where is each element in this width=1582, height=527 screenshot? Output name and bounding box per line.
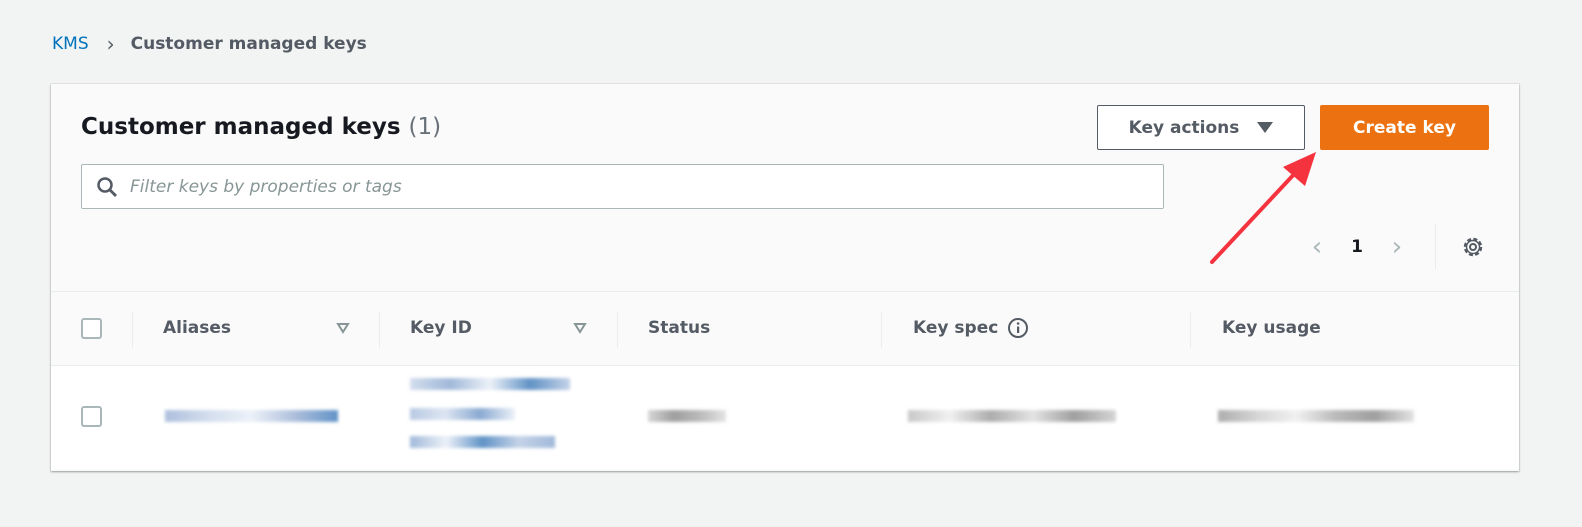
create-key-button[interactable]: Create key (1320, 105, 1489, 150)
column-key-usage[interactable]: Key usage (1222, 318, 1321, 338)
redacted-alias[interactable] (165, 410, 338, 422)
key-count: (1) (408, 114, 442, 140)
divider (1435, 224, 1436, 269)
column-divider (1190, 312, 1191, 348)
column-status[interactable]: Status (648, 318, 710, 338)
redacted-key-spec (908, 410, 1116, 422)
key-actions-label: Key actions (1128, 117, 1240, 138)
table-header: Aliases Key ID Status Key spec Key usage (51, 291, 1519, 366)
column-key-id[interactable]: Key ID (410, 318, 472, 338)
title-text: Customer managed keys (81, 114, 401, 140)
filter-search[interactable] (81, 164, 1164, 209)
keys-panel: Customer managed keys (1) Key actions Cr… (51, 84, 1519, 471)
column-divider (132, 312, 133, 348)
row-checkbox[interactable] (81, 406, 102, 427)
caret-down-icon (1257, 122, 1274, 133)
page-title: Customer managed keys (1) (81, 114, 441, 140)
redacted-status (648, 410, 726, 422)
gear-icon[interactable] (1461, 235, 1485, 259)
redacted-key-id (410, 436, 555, 448)
redacted-key-id[interactable] (410, 378, 570, 390)
prev-page-button[interactable]: ‹ (1303, 232, 1331, 262)
column-divider (881, 312, 882, 348)
key-actions-button[interactable]: Key actions (1097, 105, 1305, 150)
breadcrumb: KMS › Customer managed keys (52, 32, 367, 56)
breadcrumb-kms-link[interactable]: KMS (52, 34, 89, 54)
column-aliases[interactable]: Aliases (163, 318, 231, 338)
column-divider (379, 312, 380, 348)
breadcrumb-current: Customer managed keys (130, 34, 367, 54)
column-divider (617, 312, 618, 348)
select-all-checkbox[interactable] (81, 318, 102, 339)
redacted-key-usage (1218, 410, 1414, 422)
table-row (51, 366, 1519, 469)
pagination: ‹ 1 › (1303, 232, 1411, 262)
chevron-right-icon: › (106, 32, 115, 56)
info-icon[interactable] (1007, 317, 1029, 339)
sort-triangle-icon[interactable] (336, 322, 350, 334)
column-key-spec[interactable]: Key spec (913, 318, 998, 338)
sort-triangle-icon[interactable] (573, 322, 587, 334)
search-icon (97, 176, 117, 197)
create-key-label: Create key (1353, 117, 1456, 138)
page-number[interactable]: 1 (1331, 237, 1383, 257)
search-input[interactable] (130, 176, 1030, 197)
next-page-button[interactable]: › (1383, 232, 1411, 262)
redacted-key-id (410, 408, 515, 420)
